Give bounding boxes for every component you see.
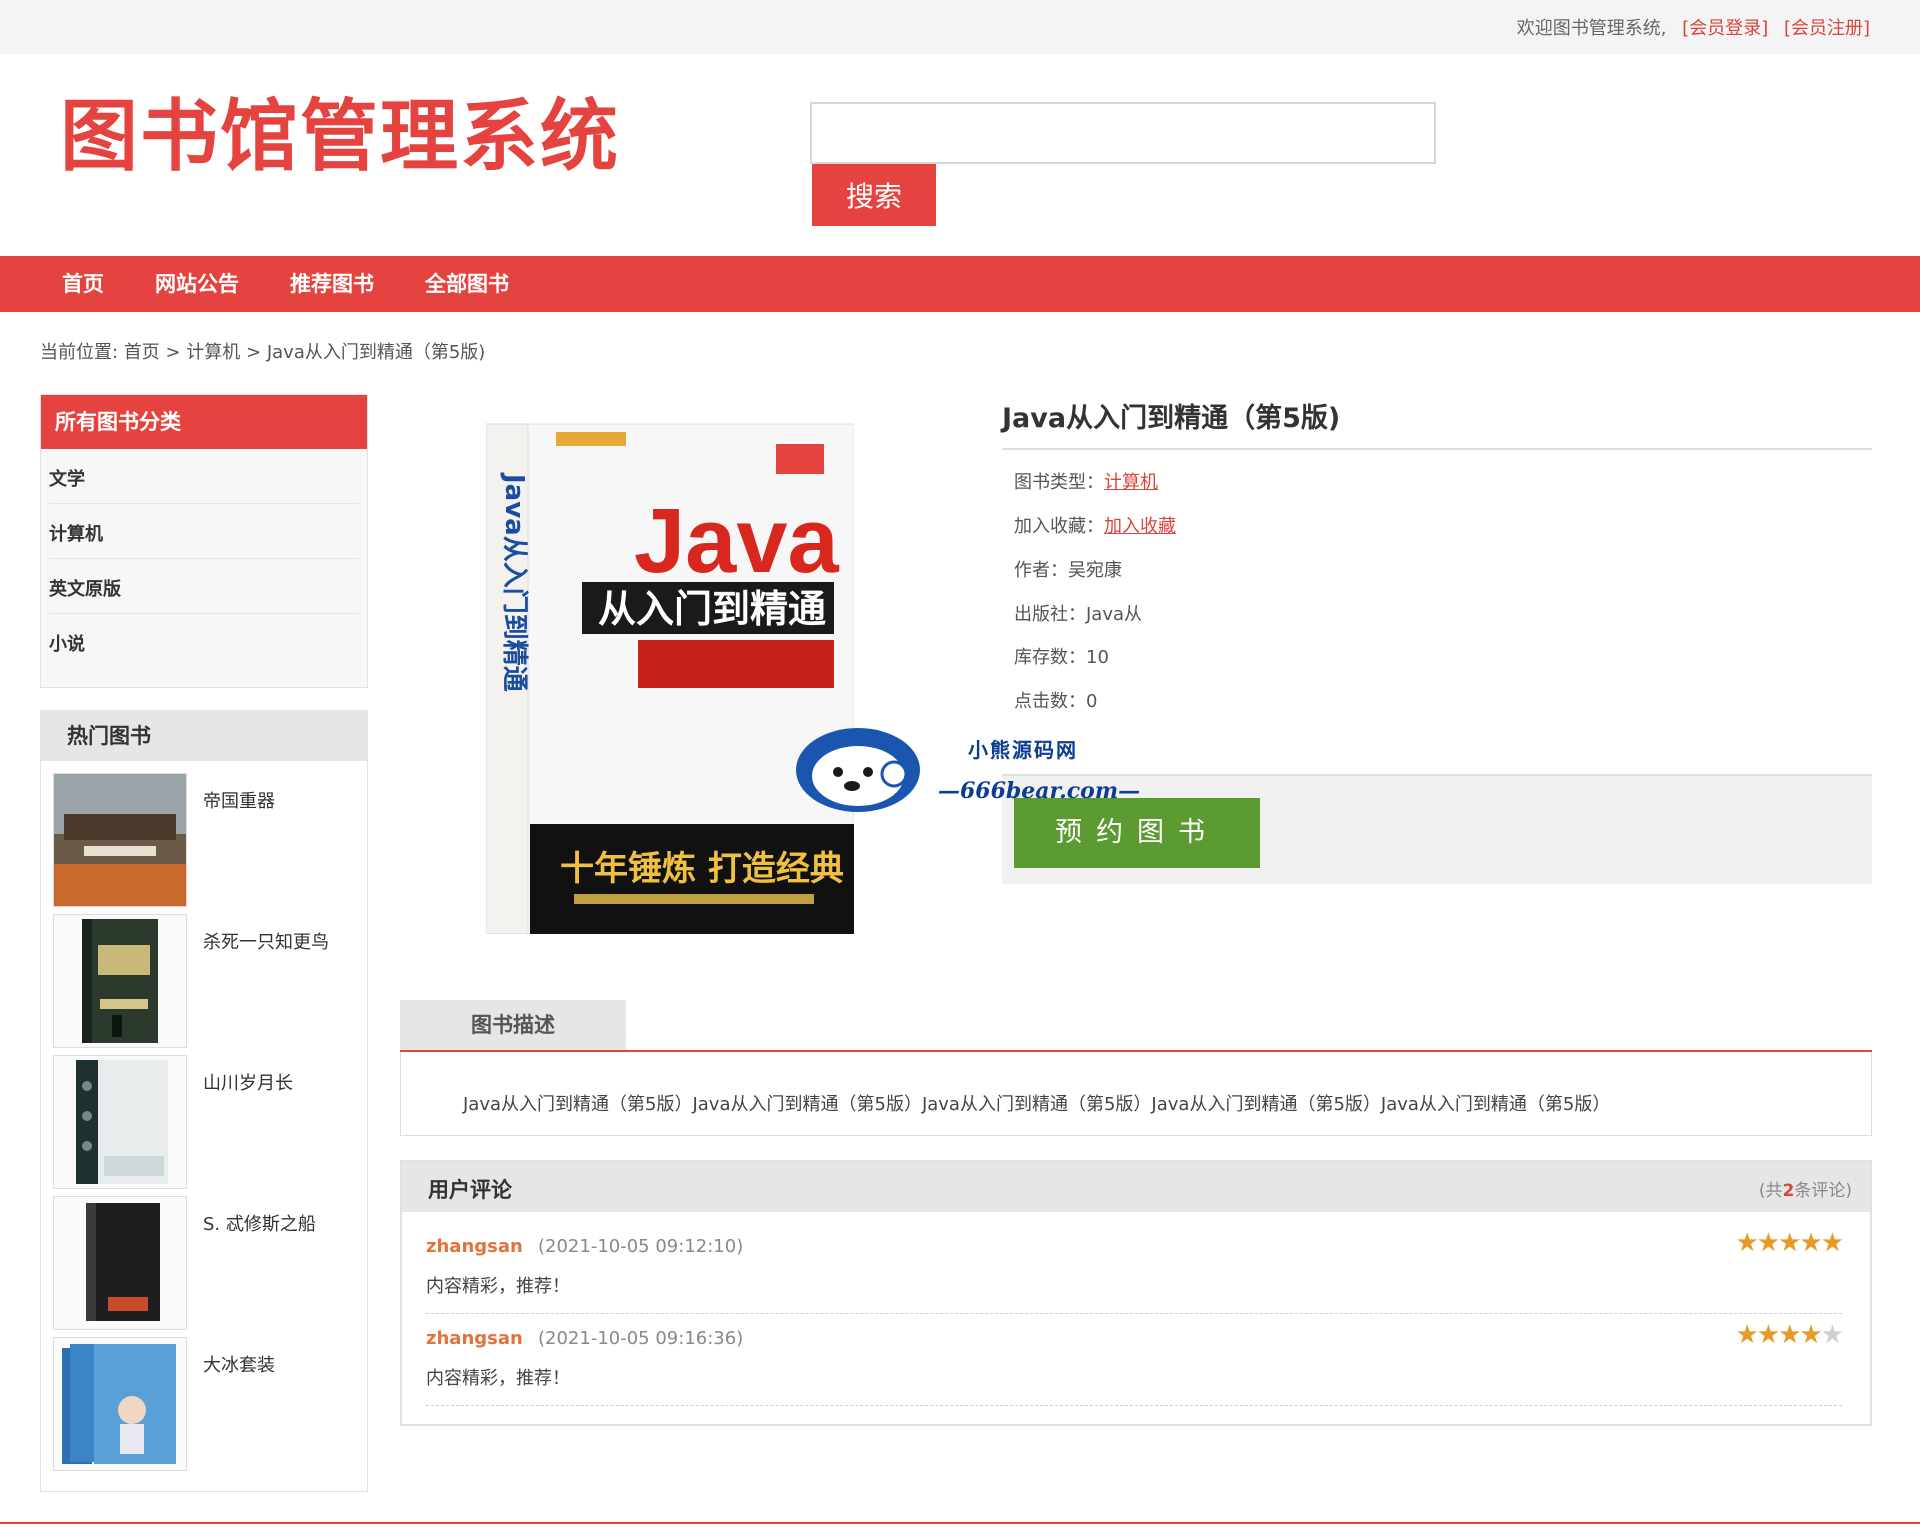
author-row: 作者：吴宛康 xyxy=(1014,556,1122,582)
hot-book-title[interactable]: 杀死一只知更鸟 xyxy=(203,928,329,954)
category-item-literature[interactable]: 文学 xyxy=(49,449,359,504)
star-filled-icon: ★ xyxy=(1799,1320,1822,1350)
nav-item-recommended[interactable]: 推荐图书 xyxy=(290,256,374,312)
comments-title: 用户评论 xyxy=(428,1178,512,1202)
cover-title-big: Java xyxy=(634,490,839,592)
book-thumbnail[interactable] xyxy=(53,1337,187,1471)
category-item-english[interactable]: 英文原版 xyxy=(49,559,359,614)
nav-item-home[interactable]: 首页 xyxy=(62,256,104,312)
favorite-label: 加入收藏： xyxy=(1014,516,1104,537)
logo-text: 图书馆管理系统 xyxy=(60,92,621,182)
add-favorite-link[interactable]: 加入收藏 xyxy=(1104,516,1176,537)
clicks-row: 点击数：0 xyxy=(1014,687,1097,713)
hot-book-title[interactable]: 山川岁月长 xyxy=(203,1069,293,1095)
comments-panel: 用户评论 (共2条评论) zhangsan (2021-10-05 09:12:… xyxy=(400,1160,1872,1426)
reserve-book-button[interactable]: 预约图书 xyxy=(1014,798,1260,868)
search-button[interactable]: 搜索 xyxy=(812,164,936,226)
star-filled-icon: ★ xyxy=(1820,1228,1844,1258)
star-filled-icon: ★ xyxy=(1756,1320,1780,1350)
hot-book-item[interactable]: 山川岁月长 xyxy=(53,1055,353,1189)
comment-username[interactable]: zhangsan xyxy=(426,1236,523,1257)
book-thumbnail[interactable] xyxy=(53,1196,187,1330)
publisher-value: Java从 xyxy=(1086,604,1143,625)
cover-slogan: 十年锤炼 打造经典 xyxy=(560,849,844,889)
watermark-title: 小熊源码网 xyxy=(968,738,1078,762)
title-divider xyxy=(1002,448,1872,450)
hot-book-title[interactable]: S. 忒修斯之船 xyxy=(203,1210,316,1236)
tab-description[interactable]: 图书描述 xyxy=(400,1000,626,1050)
cover-spine-text: Java从入门到精通 xyxy=(499,472,529,692)
comment-text: 内容精彩，推荐！ xyxy=(426,1368,570,1389)
top-bar-links: 欢迎图书管理系统, [会员登录] [会员注册] xyxy=(1517,14,1870,40)
top-bar: 欢迎图书管理系统, [会员登录] [会员注册] xyxy=(0,0,1920,54)
search-input[interactable] xyxy=(810,102,1436,164)
book-thumbnail[interactable] xyxy=(53,773,187,907)
hot-book-item[interactable]: 杀死一只知更鸟 xyxy=(53,914,353,1048)
hot-book-item[interactable]: 帝国重器 xyxy=(53,773,353,907)
category-item-computer[interactable]: 计算机 xyxy=(49,504,359,559)
book-title: Java从入门到精通（第5版) xyxy=(1002,403,1341,434)
book-type-row: 图书类型：计算机 xyxy=(1014,468,1158,494)
star-empty-icon: ★ xyxy=(1820,1320,1844,1350)
bear-logo-icon xyxy=(794,722,928,812)
publisher-row: 出版社：Java从 xyxy=(1014,600,1142,626)
book-thumbnail[interactable] xyxy=(53,1055,187,1189)
description-panel: Java从入门到精通（第5版）Java从入门到精通（第5版）Java从入门到精通… xyxy=(400,1052,1872,1136)
comment-item: zhangsan (2021-10-05 09:16:36) 内容精彩，推荐！ … xyxy=(426,1314,1844,1406)
nav-item-all-books[interactable]: 全部图书 xyxy=(425,256,509,312)
hot-book-title[interactable]: 大冰套装 xyxy=(203,1351,275,1377)
member-login-link[interactable]: [会员登录] xyxy=(1682,18,1768,39)
book-type-link[interactable]: 计算机 xyxy=(1104,472,1158,493)
breadcrumb: 当前位置: 首页 > 计算机 > Java从入门到精通（第5版) xyxy=(40,342,486,363)
hot-books-title: 热门图书 xyxy=(41,711,367,761)
comment-username[interactable]: zhangsan xyxy=(426,1328,523,1349)
star-filled-icon: ★ xyxy=(1799,1228,1822,1258)
star-filled-icon: ★ xyxy=(1778,1228,1801,1258)
category-panel: 所有图书分类 文学 计算机 英文原版 小说 xyxy=(40,394,368,688)
favorite-row: 加入收藏：加入收藏 xyxy=(1014,512,1176,538)
main-nav: 首页 网站公告 推荐图书 全部图书 xyxy=(0,256,1920,312)
description-text: Java从入门到精通（第5版）Java从入门到精通（第5版）Java从入门到精通… xyxy=(463,1094,1611,1115)
hot-book-item[interactable]: 大冰套装 xyxy=(53,1337,353,1471)
book-type-label: 图书类型： xyxy=(1014,472,1104,493)
stock-label: 库存数： xyxy=(1014,647,1086,668)
hot-book-item[interactable]: S. 忒修斯之船 xyxy=(53,1196,353,1330)
hot-book-title[interactable]: 帝国重器 xyxy=(203,787,275,813)
clicks-value: 0 xyxy=(1086,691,1098,712)
watermark-url: —666bear.com— xyxy=(938,778,1141,804)
welcome-text: 欢迎图书管理系统, xyxy=(1516,18,1667,39)
footer-divider xyxy=(0,1522,1920,1524)
comments-header: 用户评论 (共2条评论) xyxy=(402,1162,1870,1212)
stock-row: 库存数：10 xyxy=(1014,643,1109,669)
star-filled-icon: ★ xyxy=(1735,1320,1758,1350)
rating-stars-icon: ★★★★★ xyxy=(1735,1320,1844,1350)
clicks-label: 点击数： xyxy=(1014,691,1086,712)
star-filled-icon: ★ xyxy=(1778,1320,1801,1350)
stock-value: 10 xyxy=(1086,647,1109,668)
category-panel-title: 所有图书分类 xyxy=(41,395,367,449)
comment-time: (2021-10-05 09:16:36) xyxy=(538,1328,744,1349)
author-label: 作者： xyxy=(1014,560,1068,581)
star-filled-icon: ★ xyxy=(1735,1228,1758,1258)
rating-stars-icon: ★★★★★ xyxy=(1735,1228,1844,1258)
cover-subtitle: 从入门到精通 xyxy=(598,587,826,631)
comment-item: zhangsan (2021-10-05 09:12:10) 内容精彩，推荐！ … xyxy=(426,1222,1844,1314)
nav-item-announcements[interactable]: 网站公告 xyxy=(155,256,239,312)
hot-books-panel: 热门图书 帝国重器 杀死一只知更鸟 山川岁月长 S. 忒修斯之船 大冰套装 xyxy=(40,710,368,1492)
comments-count: (共2条评论) xyxy=(1758,1181,1852,1201)
member-register-link[interactable]: [会员注册] xyxy=(1784,18,1870,39)
star-filled-icon: ★ xyxy=(1756,1228,1780,1258)
comment-time: (2021-10-05 09:12:10) xyxy=(538,1236,744,1257)
book-thumbnail[interactable] xyxy=(53,914,187,1048)
site-logo[interactable]: 图书馆管理系统 xyxy=(60,92,620,182)
publisher-label: 出版社： xyxy=(1014,604,1086,625)
author-value: 吴宛康 xyxy=(1068,560,1122,581)
comments-count-number: 2 xyxy=(1782,1181,1795,1201)
book-cover-image: Java从入门到精通 Java 从入门到精通 十年锤炼 打造经典 xyxy=(485,404,855,935)
category-item-novel[interactable]: 小说 xyxy=(49,614,359,669)
comment-text: 内容精彩，推荐！ xyxy=(426,1276,570,1297)
